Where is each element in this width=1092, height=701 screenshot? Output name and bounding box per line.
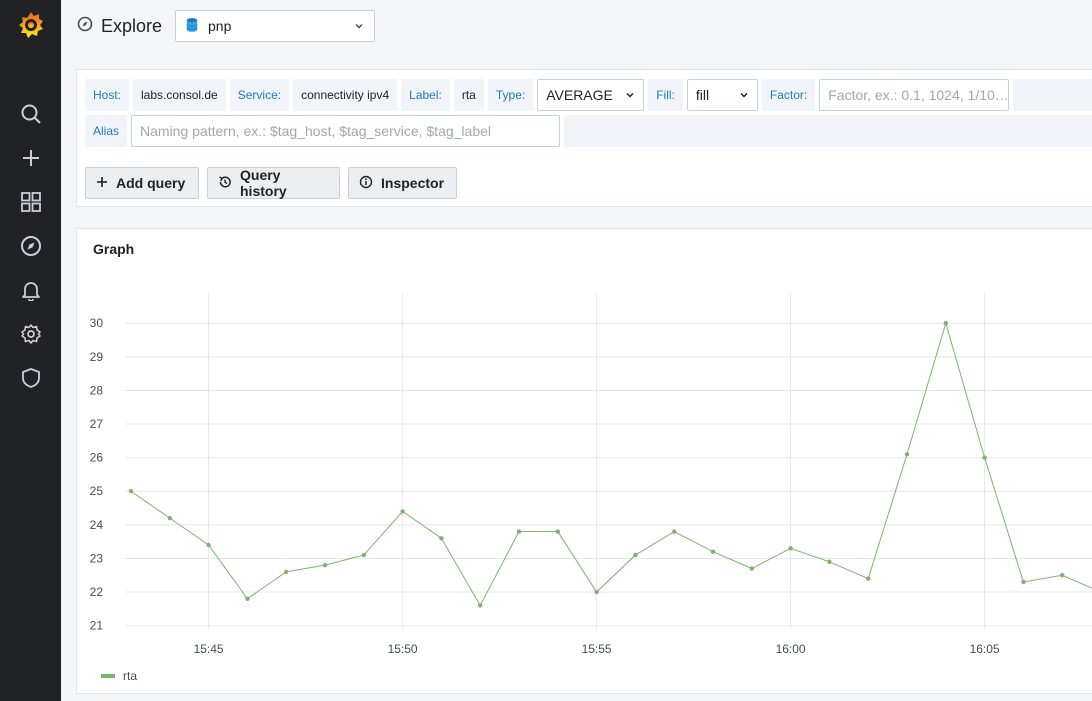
y-tick-label: 21 (90, 619, 104, 633)
history-icon (218, 175, 232, 192)
x-tick-label: 16:00 (776, 642, 806, 656)
chevron-down-icon (739, 87, 749, 103)
y-tick-label: 26 (90, 451, 104, 465)
x-tick-label: 15:55 (582, 642, 612, 656)
row-filler (564, 115, 1092, 147)
alias-label: Alias (85, 115, 128, 147)
fill-label: Fill: (648, 79, 683, 111)
search-icon[interactable] (20, 103, 42, 125)
data-point (245, 596, 250, 601)
x-tick-label: 16:05 (970, 642, 1000, 656)
data-point (516, 529, 522, 534)
data-point (633, 552, 638, 558)
label-label: Label: (401, 79, 450, 111)
x-tick-label: 15:50 (388, 642, 418, 656)
add-query-label: Add query (116, 175, 186, 191)
data-point (400, 509, 405, 514)
add-query-button[interactable]: Add query (85, 167, 199, 199)
data-point (478, 603, 483, 608)
data-point (827, 559, 832, 564)
data-point (439, 536, 444, 541)
query-history-button[interactable]: Query history (207, 167, 340, 199)
data-point (322, 562, 328, 568)
plus-icon[interactable] (20, 147, 42, 169)
type-select[interactable]: AVERAGE (537, 79, 645, 111)
page-title: Explore (77, 14, 162, 38)
datasource-name: pnp (208, 18, 232, 34)
data-point (710, 549, 716, 554)
data-point (788, 546, 793, 551)
y-tick-label: 28 (90, 383, 104, 397)
y-tick-label: 24 (90, 518, 104, 532)
row-filler (1013, 79, 1092, 111)
compass-icon (77, 16, 93, 37)
factor-label: Factor: (761, 79, 816, 111)
data-point (555, 529, 560, 534)
label-value[interactable]: rta (453, 79, 484, 111)
host-value[interactable]: labs.consol.de (133, 79, 226, 111)
y-tick-label: 27 (90, 417, 104, 431)
data-point (943, 321, 948, 326)
service-value[interactable]: connectivity ipv4 (293, 79, 398, 111)
y-tick-label: 22 (90, 585, 104, 599)
query-editor: Host: labs.consol.de Service: connectivi… (76, 69, 1092, 207)
factor-input[interactable]: Factor, ex.: 0.1, 1024, 1/10… (819, 79, 1010, 111)
data-point (128, 489, 134, 494)
graph-panel: Graph 21 22 23 24 25 26 27 28 29 30 15:45 15:50 15:5… (76, 228, 1092, 694)
data-point (1021, 579, 1026, 585)
topbar: Explore pnp (61, 0, 1092, 56)
data-point (361, 552, 366, 558)
grafana-logo-icon[interactable] (17, 10, 45, 40)
y-tick-label: 23 (90, 551, 104, 565)
legend: rta (101, 669, 137, 683)
chevron-down-icon (625, 87, 635, 103)
data-point (284, 569, 289, 575)
service-label: Service: (229, 79, 290, 111)
data-point (167, 515, 172, 521)
chevron-down-icon (354, 18, 364, 34)
data-point (1060, 573, 1065, 578)
plus-icon (96, 175, 108, 191)
x-tick-label: 15:45 (194, 642, 224, 656)
page-title-text: Explore (101, 15, 163, 36)
compass-icon[interactable] (20, 235, 42, 257)
data-point (594, 589, 599, 595)
datasource-picker[interactable]: pnp (175, 10, 375, 42)
y-tick-label: 30 (90, 316, 104, 330)
data-point (982, 455, 987, 460)
type-select-value: AVERAGE (546, 87, 613, 103)
fill-select-value: fill (695, 87, 710, 103)
dashboards-grid-icon[interactable] (20, 191, 42, 213)
query-row-main: Host: labs.consol.de Service: connectivi… (85, 79, 1092, 111)
data-point (904, 452, 910, 457)
sidebar (0, 0, 61, 701)
y-tick-label: 25 (90, 484, 104, 498)
query-row-alias: Alias Naming pattern, ex.: $tag_host, $t… (85, 115, 1092, 147)
type-label: Type: (487, 79, 534, 111)
database-icon (186, 17, 198, 36)
alias-input[interactable]: Naming pattern, ex.: $tag_host, $tag_ser… (131, 115, 561, 147)
legend-label[interactable]: rta (123, 669, 137, 683)
gear-icon[interactable] (20, 323, 42, 345)
inspector-label: Inspector (381, 175, 445, 191)
data-point (206, 542, 211, 548)
info-icon (359, 175, 373, 192)
legend-swatch (101, 674, 115, 678)
series-line (130, 321, 1092, 607)
inspector-button[interactable]: Inspector (348, 167, 457, 199)
data-point (866, 576, 871, 581)
data-point (749, 566, 754, 571)
host-label: Host: (85, 79, 130, 111)
shield-icon[interactable] (20, 367, 42, 389)
fill-select[interactable]: fill (686, 79, 758, 111)
data-point (672, 529, 677, 534)
bell-icon[interactable] (20, 279, 42, 301)
query-history-label: Query history (240, 167, 287, 199)
y-tick-label: 29 (90, 350, 104, 364)
line-chart[interactable]: 21 22 23 24 25 26 27 28 29 30 15:45 15:50 15:55 16:00… (77, 229, 1092, 695)
